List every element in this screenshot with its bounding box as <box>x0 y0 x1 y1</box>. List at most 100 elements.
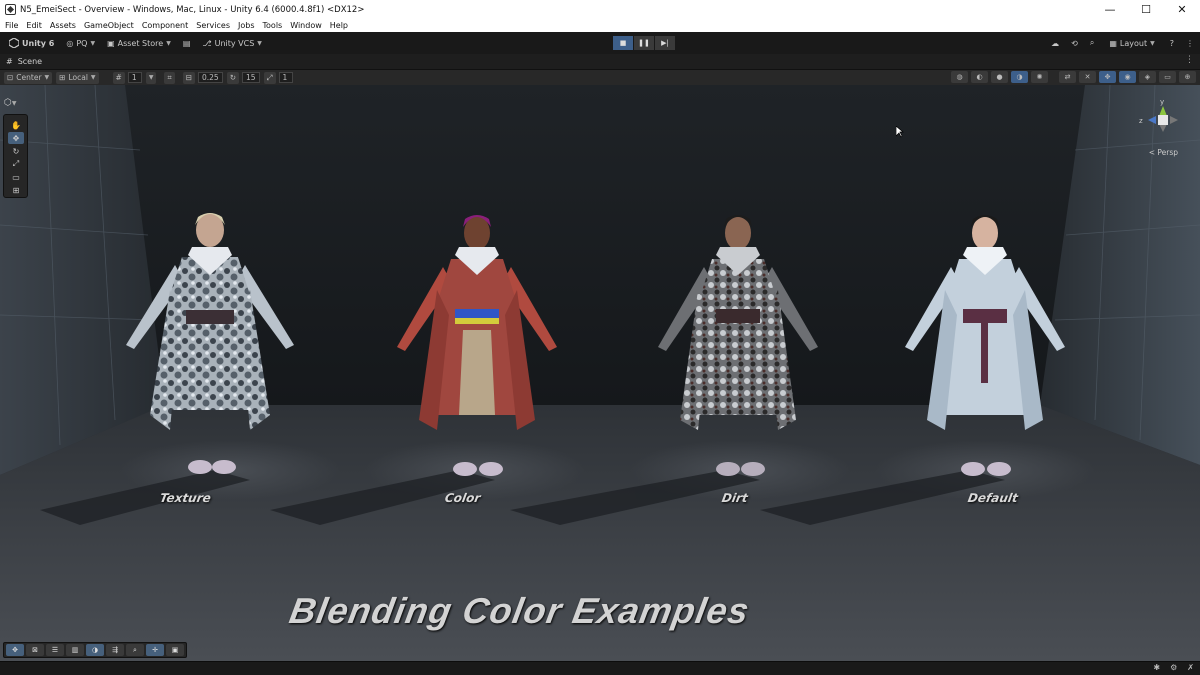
play-button[interactable]: ■ <box>613 36 633 50</box>
visibility-toggle[interactable]: ◉ <box>1119 71 1136 83</box>
scene-viewport[interactable]: Texture Color Dirt Default Blending Colo… <box>0 85 1200 661</box>
unity-app-icon <box>5 4 16 15</box>
grid-view-icon: ⊠ <box>32 646 38 654</box>
collab-icon[interactable]: ✗ <box>1187 663 1194 672</box>
pan-button[interactable]: ✛ <box>146 644 164 656</box>
grid-size-field[interactable]: 1 <box>127 72 142 83</box>
camera-overlay-button[interactable]: ▣ <box>166 644 184 656</box>
label-texture: Texture <box>158 491 213 505</box>
layers-button[interactable]: ☰ <box>46 644 64 656</box>
lighting-toggle[interactable]: ◑ <box>86 644 104 656</box>
persp-label[interactable]: < Persp <box>1149 148 1178 157</box>
effects-dropdown[interactable]: ✺ <box>1031 71 1048 83</box>
step-icon: ▶| <box>661 39 669 47</box>
pause-button[interactable]: ❚❚ <box>634 36 654 50</box>
status-right: ✱ ⚙ ✗ <box>1153 663 1194 672</box>
menu-file[interactable]: File <box>5 21 18 30</box>
close-button[interactable]: ✕ <box>1164 0 1200 19</box>
tools-toggle[interactable]: ✕ <box>1079 71 1096 83</box>
move-snap-field[interactable]: 0.25 <box>198 72 223 83</box>
menu-assets[interactable]: Assets <box>50 21 76 30</box>
scale-tool-button[interactable]: ⤢ <box>8 158 24 170</box>
window-title-bar[interactable]: N5_EmeiSect - Overview - Windows, Mac, L… <box>0 0 1200 19</box>
help-icon[interactable]: ? <box>1170 39 1174 48</box>
shaded-icon: ● <box>996 73 1003 81</box>
scale-snap-icon: ⤢ <box>266 72 273 82</box>
menu-help[interactable]: Help <box>330 21 348 30</box>
tab-menu-icon[interactable]: ⋮ <box>1185 55 1194 65</box>
vcs-label: Unity VCS <box>214 38 255 48</box>
camera-overlay-icon: ▣ <box>171 646 179 654</box>
gizmos-dropdown[interactable]: ⊕ <box>1179 71 1196 83</box>
space-label: Local <box>68 73 88 82</box>
history-icon[interactable]: ⟲ <box>1071 39 1078 48</box>
unity-account-button[interactable]: Unity 6 <box>6 35 57 51</box>
label-default: Default <box>966 491 1020 505</box>
rotate-tool-button[interactable]: ↻ <box>8 145 24 157</box>
menu-component[interactable]: Component <box>142 21 188 30</box>
step-button[interactable]: ▶| <box>655 36 675 50</box>
maximize-button[interactable]: ☐ <box>1128 0 1164 19</box>
local-icon: ⊞ <box>59 73 66 82</box>
menu-window[interactable]: Window <box>290 21 322 30</box>
rotate-snap-field[interactable]: 15 <box>242 72 260 83</box>
account-dropdown[interactable]: ◎ PQ ▼ <box>63 35 98 51</box>
more-icon[interactable]: ⋮ <box>1186 39 1194 48</box>
wireframe-shading-button[interactable]: ◍ <box>951 71 968 83</box>
menu-services[interactable]: Services <box>196 21 230 30</box>
2d-toggle[interactable]: ⇄ <box>1059 71 1076 83</box>
layout-dropdown[interactable]: ▦ Layout ▼ <box>1106 35 1157 51</box>
grid-view-button[interactable]: ⊠ <box>26 644 44 656</box>
navigation-button[interactable]: ⇶ <box>106 644 124 656</box>
zoom-button[interactable]: ⌕ <box>126 644 144 656</box>
move-view-button[interactable]: ✥ <box>6 644 24 656</box>
pivot-mode-dropdown[interactable]: ⊡ Center ▼ <box>4 71 53 84</box>
lightbulb-icon[interactable]: ⚙ <box>1170 663 1177 672</box>
camera-icon: ▭ <box>1164 73 1171 81</box>
shaded-button[interactable]: ● <box>991 71 1008 83</box>
package-button[interactable]: ▤ <box>180 35 194 51</box>
chevron-down-icon: ▼ <box>44 74 50 81</box>
move-tool-button[interactable]: ✥ <box>8 132 24 144</box>
increment-snap-toggle[interactable]: ⊟ <box>182 71 195 84</box>
menu-tools[interactable]: Tools <box>263 21 283 30</box>
orientation-dropdown[interactable]: ⬡▼ <box>4 98 16 108</box>
scene-tab-strip: # Scene ⋮ <box>0 54 1200 70</box>
search-icon[interactable]: ⌕ <box>1090 38 1094 48</box>
pause-icon: ❚❚ <box>638 39 650 47</box>
menu-edit[interactable]: Edit <box>26 21 42 30</box>
scale-snap-toggle[interactable]: ⤢ <box>263 71 276 84</box>
2d-icon: ⇄ <box>1064 73 1071 81</box>
scale-snap-field[interactable]: 1 <box>278 72 293 83</box>
move-view-icon: ✥ <box>12 646 18 654</box>
lightmap-button[interactable]: ▥ <box>66 644 84 656</box>
bug-icon[interactable]: ✱ <box>1153 663 1160 672</box>
camera-dropdown[interactable]: ▭ <box>1159 71 1176 83</box>
menu-gameobject[interactable]: GameObject <box>84 21 134 30</box>
chevron-down-icon: ▼ <box>11 100 17 107</box>
tab-scene[interactable]: Scene <box>18 57 42 66</box>
wireframe-icon: ◍ <box>956 73 963 81</box>
pivot-rotation-dropdown[interactable]: ⊞ Local ▼ <box>56 71 99 84</box>
rect-tool-button[interactable]: ▭ <box>8 171 24 183</box>
shaded-wireframe-button[interactable]: ◐ <box>971 71 988 83</box>
menu-bar: File Edit Assets GameObject Component Se… <box>0 19 1200 32</box>
grid-toggle[interactable]: # <box>112 71 125 84</box>
snap-toggle[interactable]: ⌗ <box>164 71 175 84</box>
render-mode-dropdown[interactable]: ◈ <box>1139 71 1156 83</box>
effects-icon: ✺ <box>1036 73 1043 81</box>
grid-icon: # <box>115 73 122 82</box>
orientation-gizmo[interactable]: y z <box>1138 98 1188 148</box>
asset-store-dropdown[interactable]: ▣ Asset Store ▼ <box>104 35 174 51</box>
unlit-button[interactable]: ◑ <box>1011 71 1028 83</box>
rotate-snap-toggle[interactable]: ↻ <box>226 71 239 84</box>
gizmo-tools-dropdown[interactable]: ✥ <box>1099 71 1116 83</box>
menu-jobs[interactable]: Jobs <box>238 21 255 30</box>
grid-dropdown[interactable]: ▼ <box>145 71 157 84</box>
transform-tool-button[interactable]: ⊞ <box>8 184 24 196</box>
vcs-dropdown[interactable]: ⎇ Unity VCS ▼ <box>199 35 265 51</box>
chevron-down-icon: ▼ <box>90 74 96 81</box>
hand-tool-button[interactable]: ✋ <box>8 119 24 131</box>
cloud-icon[interactable]: ☁ <box>1051 39 1059 48</box>
minimize-button[interactable]: — <box>1092 0 1128 19</box>
